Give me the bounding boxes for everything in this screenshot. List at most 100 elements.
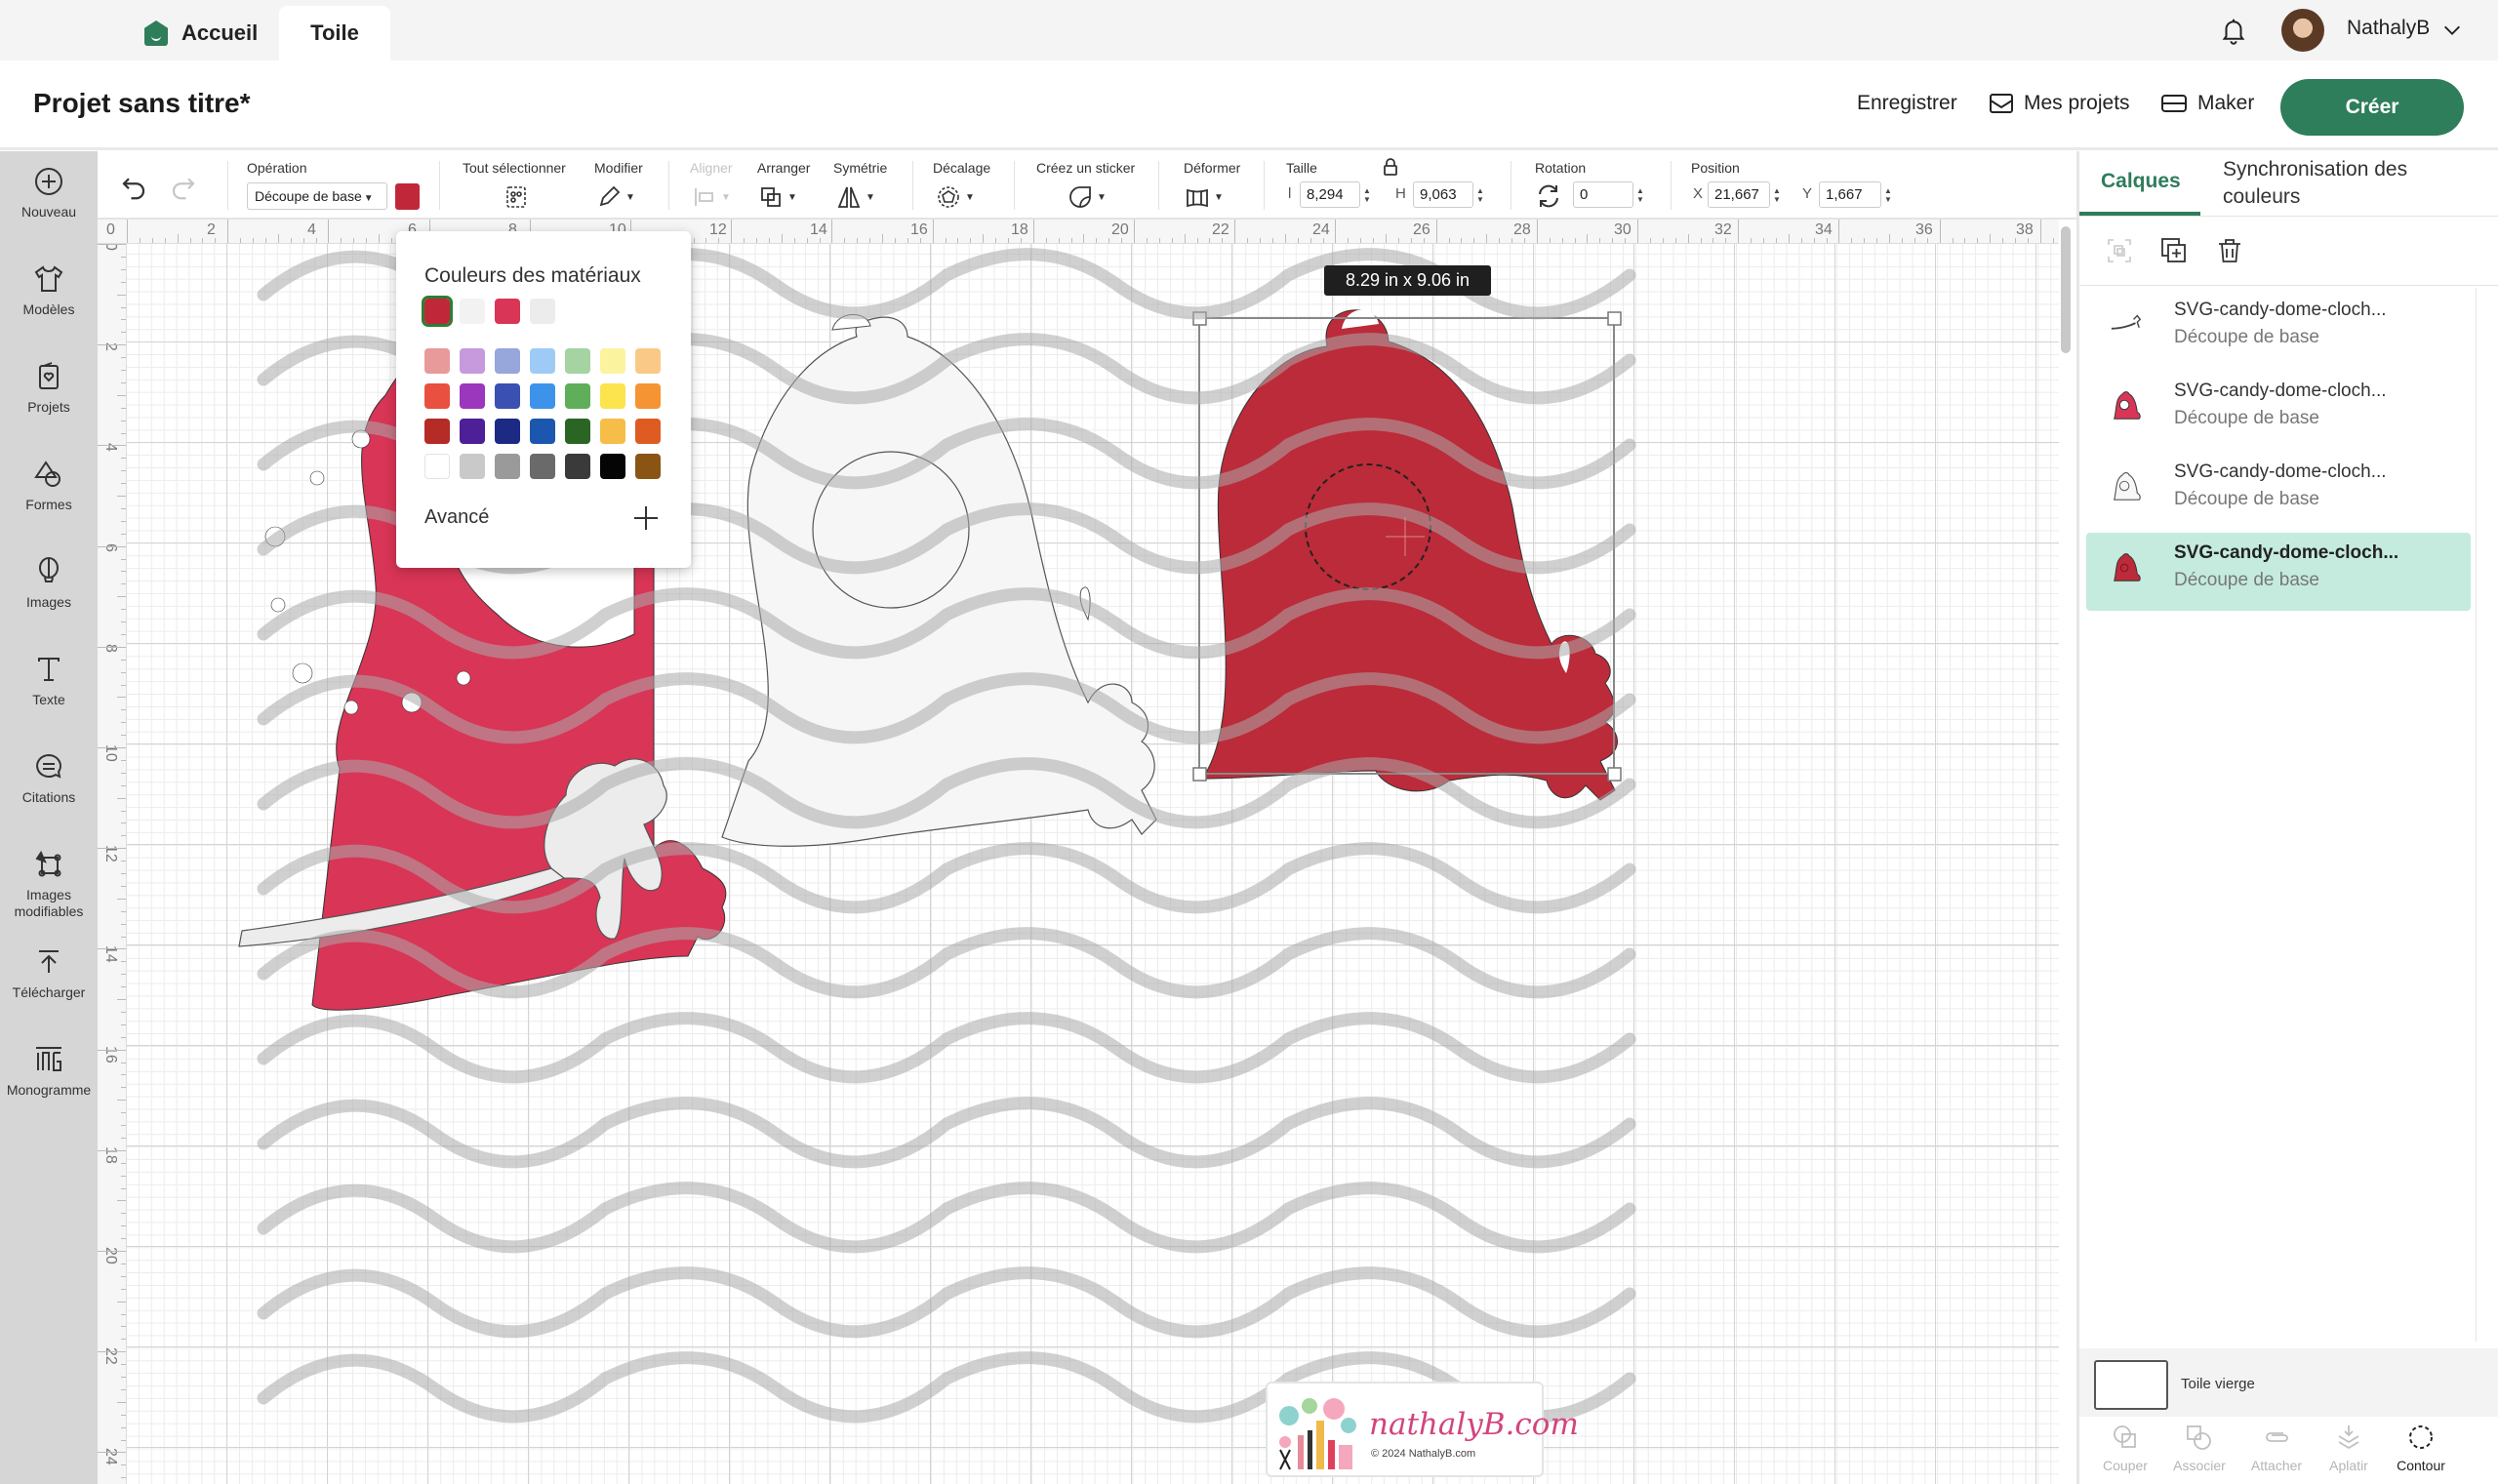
- sidebar-item-shapes[interactable]: Formes: [0, 458, 98, 513]
- layer-item[interactable]: SVG-candy-dome-cloch... Découpe de base: [2086, 452, 2471, 530]
- palette-color-swatch[interactable]: [530, 419, 555, 444]
- symmetry-button[interactable]: ▼: [835, 182, 875, 212]
- palette-color-swatch[interactable]: [495, 419, 520, 444]
- chevron-down-icon[interactable]: [2441, 20, 2463, 41]
- resize-handle-bottom-right[interactable]: [1607, 767, 1622, 782]
- white-bell-shape[interactable]: [721, 314, 1157, 847]
- user-avatar[interactable]: [2281, 9, 2324, 52]
- palette-color-swatch[interactable]: [600, 454, 625, 479]
- canvas-scrollbar[interactable]: [2061, 226, 2071, 353]
- offset-button[interactable]: ▼: [935, 182, 975, 212]
- select-all-button[interactable]: [503, 182, 530, 212]
- sticker-button[interactable]: ▼: [1067, 182, 1107, 212]
- project-title[interactable]: Projet sans titre*: [33, 88, 251, 119]
- redo-icon[interactable]: [169, 173, 198, 202]
- palette-color-swatch[interactable]: [635, 454, 661, 479]
- sidebar-item-text[interactable]: Texte: [0, 653, 98, 708]
- lock-icon[interactable]: [1382, 157, 1399, 177]
- blank-canvas-thumbnail[interactable]: [2094, 1360, 2168, 1410]
- palette-color-swatch[interactable]: [495, 383, 520, 409]
- palette-color-swatch[interactable]: [600, 348, 625, 374]
- position-x-stepper[interactable]: ▲ ▼: [1770, 181, 1784, 208]
- sidebar-item-templates[interactable]: Modèles: [0, 262, 98, 318]
- layer-item[interactable]: SVG-candy-dome-cloch... Découpe de base: [2086, 290, 2471, 368]
- palette-color-swatch[interactable]: [424, 454, 450, 479]
- align-button[interactable]: ▼: [691, 182, 731, 212]
- duplicate-icon[interactable]: [2159, 236, 2189, 265]
- create-button[interactable]: Créer: [2280, 79, 2464, 136]
- flatten-button[interactable]: Aplatir: [2315, 1423, 2383, 1473]
- sidebar-item-quotes[interactable]: Citations: [0, 750, 98, 806]
- height-stepper[interactable]: ▲ ▼: [1473, 181, 1487, 208]
- caret-down-icon: ▼: [625, 191, 635, 203]
- resize-handle-top-right[interactable]: [1607, 311, 1622, 326]
- resize-handle-bottom-left[interactable]: [1192, 767, 1207, 782]
- attach-button[interactable]: Attacher: [2242, 1423, 2311, 1473]
- palette-color-swatch[interactable]: [460, 454, 485, 479]
- layer-item[interactable]: SVG-candy-dome-cloch... Découpe de base: [2086, 533, 2471, 611]
- group-select-icon[interactable]: [2105, 236, 2134, 265]
- palette-color-swatch[interactable]: [495, 348, 520, 374]
- palette-color-swatch[interactable]: [635, 348, 661, 374]
- my-projects-button[interactable]: Mes projets: [1989, 92, 2130, 115]
- recent-color-swatch[interactable]: [422, 296, 453, 327]
- palette-color-swatch[interactable]: [635, 383, 661, 409]
- sidebar-item-monogram[interactable]: Monogramme: [0, 1043, 98, 1099]
- palette-color-swatch[interactable]: [565, 348, 590, 374]
- recent-color-swatch[interactable]: [495, 299, 520, 324]
- layer-item[interactable]: SVG-candy-dome-cloch... Découpe de base: [2086, 371, 2471, 449]
- palette-color-swatch[interactable]: [530, 348, 555, 374]
- width-stepper[interactable]: ▲ ▼: [1360, 181, 1374, 208]
- position-y-input[interactable]: 1,667: [1819, 181, 1881, 208]
- palette-color-swatch[interactable]: [565, 383, 590, 409]
- height-input[interactable]: 9,063: [1413, 181, 1473, 208]
- palette-color-swatch[interactable]: [460, 348, 485, 374]
- rotation-input[interactable]: 0: [1573, 181, 1633, 208]
- tab-color-sync[interactable]: Synchronisation des couleurs: [2223, 156, 2457, 211]
- tab-home[interactable]: Accueil: [144, 6, 258, 60]
- slice-button[interactable]: Couper: [2091, 1423, 2159, 1473]
- combine-button[interactable]: Associer: [2165, 1423, 2234, 1473]
- tab-canvas[interactable]: Toile: [279, 6, 390, 60]
- palette-color-swatch[interactable]: [424, 383, 450, 409]
- width-input[interactable]: 8,294: [1300, 181, 1360, 208]
- palette-color-swatch[interactable]: [635, 419, 661, 444]
- sidebar-item-images[interactable]: Images: [0, 555, 98, 611]
- sidebar-item-editable-images[interactable]: Images modifiables: [0, 848, 98, 920]
- warp-button[interactable]: ▼: [1184, 182, 1224, 212]
- palette-color-swatch[interactable]: [460, 383, 485, 409]
- palette-color-swatch[interactable]: [530, 454, 555, 479]
- trash-icon[interactable]: [2215, 236, 2244, 265]
- palette-color-swatch[interactable]: [565, 419, 590, 444]
- position-x-input[interactable]: 21,667: [1708, 181, 1770, 208]
- machine-button[interactable]: Maker: [2160, 92, 2254, 115]
- undo-icon[interactable]: [119, 173, 148, 202]
- palette-color-swatch[interactable]: [424, 348, 450, 374]
- sidebar-item-new[interactable]: Nouveau: [0, 165, 98, 221]
- palette-color-swatch[interactable]: [600, 419, 625, 444]
- recent-color-swatch[interactable]: [530, 299, 555, 324]
- palette-color-swatch[interactable]: [424, 419, 450, 444]
- sidebar-item-projects[interactable]: Projets: [0, 360, 98, 416]
- layers-scrollbar[interactable]: [2476, 288, 2477, 1342]
- arrange-button[interactable]: ▼: [757, 182, 797, 212]
- sidebar-item-upload[interactable]: Télécharger: [0, 945, 98, 1001]
- palette-color-swatch[interactable]: [530, 383, 555, 409]
- tab-layers[interactable]: Calques: [2101, 170, 2181, 193]
- save-button[interactable]: Enregistrer: [1857, 92, 1957, 115]
- notification-bell-icon[interactable]: [2219, 16, 2248, 45]
- palette-color-swatch[interactable]: [460, 419, 485, 444]
- contour-button[interactable]: Contour: [2387, 1423, 2455, 1473]
- position-y-stepper[interactable]: ▲ ▼: [1881, 181, 1895, 208]
- plus-icon[interactable]: [631, 503, 661, 533]
- palette-color-swatch[interactable]: [565, 454, 590, 479]
- operation-color-swatch[interactable]: [395, 183, 420, 210]
- recent-color-swatch[interactable]: [460, 299, 485, 324]
- rotation-stepper[interactable]: ▲ ▼: [1633, 181, 1647, 208]
- operation-select[interactable]: Découpe de base ▼: [247, 182, 387, 210]
- modify-button[interactable]: ▼: [595, 182, 635, 212]
- palette-color-swatch[interactable]: [495, 454, 520, 479]
- palette-color-swatch[interactable]: [600, 383, 625, 409]
- rotate-icon[interactable]: [1536, 182, 1561, 210]
- user-name[interactable]: NathalyB: [2347, 17, 2430, 40]
